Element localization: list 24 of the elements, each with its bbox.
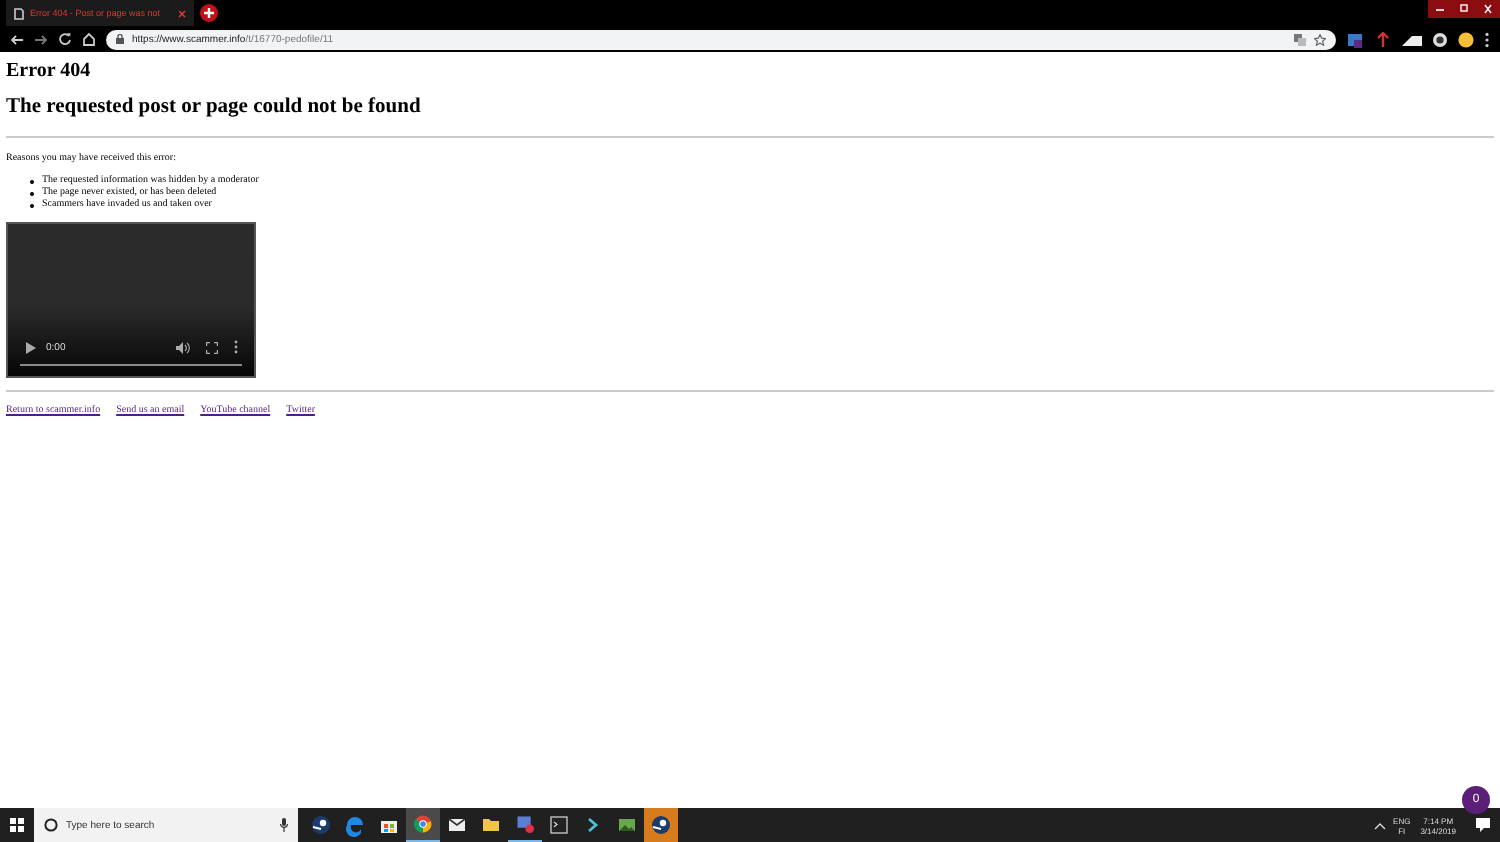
home-icon[interactable] — [82, 32, 96, 46]
forward-arrow-icon[interactable] — [34, 33, 48, 45]
microphone-icon[interactable] — [280, 818, 288, 832]
close-icon[interactable] — [178, 9, 186, 17]
search-circle-icon — [44, 818, 58, 832]
minimize-icon[interactable] — [1428, 0, 1452, 18]
close-icon[interactable] — [1476, 0, 1500, 18]
chevron-up-icon[interactable] — [1373, 821, 1386, 829]
document-icon — [14, 7, 24, 19]
avatar-icon[interactable] — [1458, 31, 1474, 47]
new-tab-icon[interactable] — [200, 4, 218, 22]
star-icon[interactable] — [1314, 33, 1326, 45]
volume-icon[interactable] — [176, 341, 190, 353]
steam-icon[interactable] — [644, 808, 678, 842]
translate-icon[interactable] — [1294, 33, 1306, 45]
reload-icon[interactable] — [58, 32, 72, 46]
page-title: Error 404 — [6, 60, 91, 84]
chrome-icon[interactable] — [406, 808, 440, 842]
lock-icon — [116, 34, 124, 44]
fullscreen-icon[interactable] — [206, 341, 218, 353]
menu-icon[interactable] — [1484, 31, 1490, 47]
back-arrow-icon[interactable] — [10, 33, 24, 45]
page-subtitle: The requested post or page could not be found — [6, 96, 421, 120]
play-icon[interactable] — [26, 341, 36, 353]
